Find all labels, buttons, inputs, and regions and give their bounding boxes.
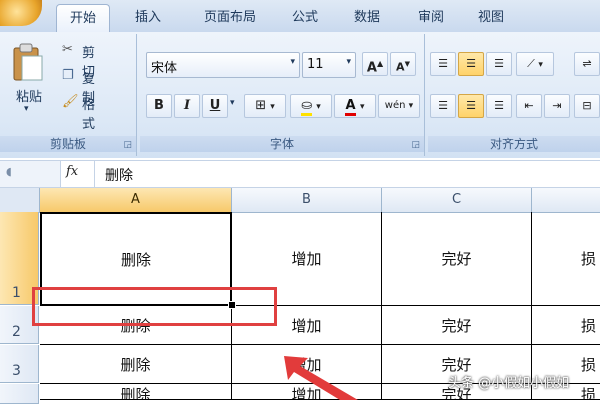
cell-c1[interactable]: 完好	[382, 212, 532, 306]
orientation-icon: ⟋	[527, 57, 535, 70]
font-size-select[interactable]: 11 ▾	[302, 52, 356, 78]
phonetic-button[interactable]: wén ▾	[378, 94, 420, 118]
merge-center-button[interactable]: ⊟	[574, 94, 600, 118]
font-size-value: 11	[307, 57, 324, 72]
grow-font-button[interactable]: A▲	[362, 52, 388, 76]
cell-c2[interactable]: 完好	[382, 306, 532, 345]
column-header-c[interactable]: C	[382, 188, 532, 213]
align-top-icon: ☰	[438, 57, 448, 70]
ribbon-tab-bar: 开始 插入 页面布局 公式 数据 审阅 视图	[0, 0, 600, 33]
align-bottom-button[interactable]: ☰	[486, 52, 512, 76]
red-arrow-icon	[284, 356, 358, 400]
chevron-down-icon: ▾	[346, 57, 351, 67]
italic-button[interactable]: I	[174, 94, 200, 118]
name-box[interactable]: ◖	[0, 161, 61, 187]
font-color-button[interactable]: A ▾	[334, 94, 376, 118]
copy-icon: ❐	[62, 68, 74, 83]
grow-font-icon: A	[366, 60, 377, 76]
decrease-indent-icon: ⇤	[524, 99, 534, 112]
align-bottom-icon: ☰	[494, 57, 504, 70]
fill-color-button[interactable]: ⛀ ▾	[290, 94, 332, 118]
dialog-launcher-icon[interactable]: ◲	[411, 140, 420, 150]
borders-icon: ⊞	[255, 98, 267, 113]
clipboard-group-label: 剪贴板	[0, 136, 136, 152]
paste-button[interactable]: 粘贴 ▾	[10, 42, 50, 122]
select-all-corner[interactable]	[0, 188, 40, 213]
alignment-group-label: 对齐方式	[428, 136, 600, 152]
worksheet-grid[interactable]: A B C 1 2 3 删除 增加 完好 损 删除 增加 完好 损 删除 增加 …	[0, 188, 600, 404]
align-right-icon: ☰	[494, 99, 504, 112]
alignment-group: ☰ ☰ ☰ ⟋ ▾ ⇌ ☰ ☰ ☰ ⇤ ⇥ ⊟ 对齐方式	[428, 34, 600, 156]
underline-button[interactable]: U	[202, 94, 228, 118]
merge-icon: ⊟	[582, 99, 592, 112]
cell-d1[interactable]: 损	[532, 212, 600, 306]
column-header-d[interactable]	[532, 188, 600, 213]
paste-icon	[13, 43, 43, 81]
chevron-down-icon: ▾	[290, 57, 295, 67]
align-right-button[interactable]: ☰	[486, 94, 512, 118]
tab-page-layout[interactable]: 页面布局	[190, 4, 270, 31]
decrease-indent-button[interactable]: ⇤	[516, 94, 542, 118]
increase-indent-icon: ⇥	[552, 99, 562, 112]
fill-bucket-icon: ⛀	[301, 98, 313, 116]
column-header-a[interactable]: A	[40, 188, 232, 213]
tab-view[interactable]: 视图	[468, 4, 514, 31]
brush-icon: 🖌	[62, 94, 79, 109]
bold-button[interactable]: B	[146, 94, 172, 118]
shrink-font-button[interactable]: A▼	[390, 52, 416, 76]
wrap-text-button[interactable]: ⇌	[574, 52, 600, 76]
align-middle-button[interactable]: ☰	[458, 52, 484, 76]
align-left-icon: ☰	[438, 99, 448, 112]
tab-data[interactable]: 数据	[344, 4, 390, 31]
phonetic-icon: wén	[384, 100, 406, 111]
align-middle-icon: ☰	[466, 57, 476, 70]
cell-a3[interactable]: 删除	[40, 345, 232, 384]
insert-function-button[interactable]: fx	[66, 164, 78, 179]
clipboard-group: 粘贴 ▾ ✂ 剪切 ❐ 复制 🖌 格式刷 剪贴板 ◲	[0, 34, 137, 156]
row-header-4[interactable]	[0, 384, 39, 404]
formula-input[interactable]: 删除	[94, 161, 600, 187]
align-top-button[interactable]: ☰	[430, 52, 456, 76]
ribbon: 粘贴 ▾ ✂ 剪切 ❐ 复制 🖌 格式刷 剪贴板 ◲ 宋体 ▾ 11 ▾ A▲	[0, 32, 600, 158]
borders-button[interactable]: ⊞ ▾	[244, 94, 286, 118]
tab-home[interactable]: 开始	[56, 4, 110, 32]
chevron-down-icon: ▾	[230, 98, 235, 108]
align-center-icon: ☰	[466, 99, 476, 112]
highlight-box	[32, 287, 277, 326]
watermark: 头条 @小假如小假如	[448, 376, 570, 391]
orientation-button[interactable]: ⟋ ▾	[516, 52, 554, 76]
paste-label: 粘贴	[16, 90, 43, 105]
font-name-select[interactable]: 宋体 ▾	[146, 52, 300, 78]
tab-insert[interactable]: 插入	[122, 4, 174, 31]
shrink-font-icon: A	[396, 60, 405, 74]
font-name-value: 宋体	[151, 61, 178, 76]
formula-bar: ◖ fx 删除	[0, 160, 600, 188]
wrap-text-icon: ⇌	[582, 57, 592, 70]
font-group-label: 字体	[140, 136, 424, 152]
font-group: 宋体 ▾ 11 ▾ A▲ A▼ B I U ▾ ⊞ ▾ ⛀ ▾ A ▾ wén …	[140, 34, 425, 156]
tab-review[interactable]: 审阅	[408, 4, 454, 31]
cell-a4[interactable]: 删除	[40, 384, 232, 400]
dialog-launcher-icon[interactable]: ◲	[123, 140, 132, 150]
office-button[interactable]	[0, 0, 42, 26]
cell-d2[interactable]: 损	[532, 306, 600, 345]
chevron-down-icon: ▾	[24, 104, 29, 114]
tab-formulas[interactable]: 公式	[282, 4, 328, 31]
font-color-icon: A	[345, 98, 356, 116]
align-center-button[interactable]: ☰	[458, 94, 484, 118]
scroll-handle-icon: ◖	[6, 165, 12, 178]
scissors-icon: ✂	[62, 42, 73, 57]
formula-input-value: 删除	[105, 168, 133, 184]
align-left-button[interactable]: ☰	[430, 94, 456, 118]
row-header-3[interactable]: 3	[0, 345, 39, 383]
increase-indent-button[interactable]: ⇥	[544, 94, 570, 118]
column-header-b[interactable]: B	[232, 188, 382, 213]
